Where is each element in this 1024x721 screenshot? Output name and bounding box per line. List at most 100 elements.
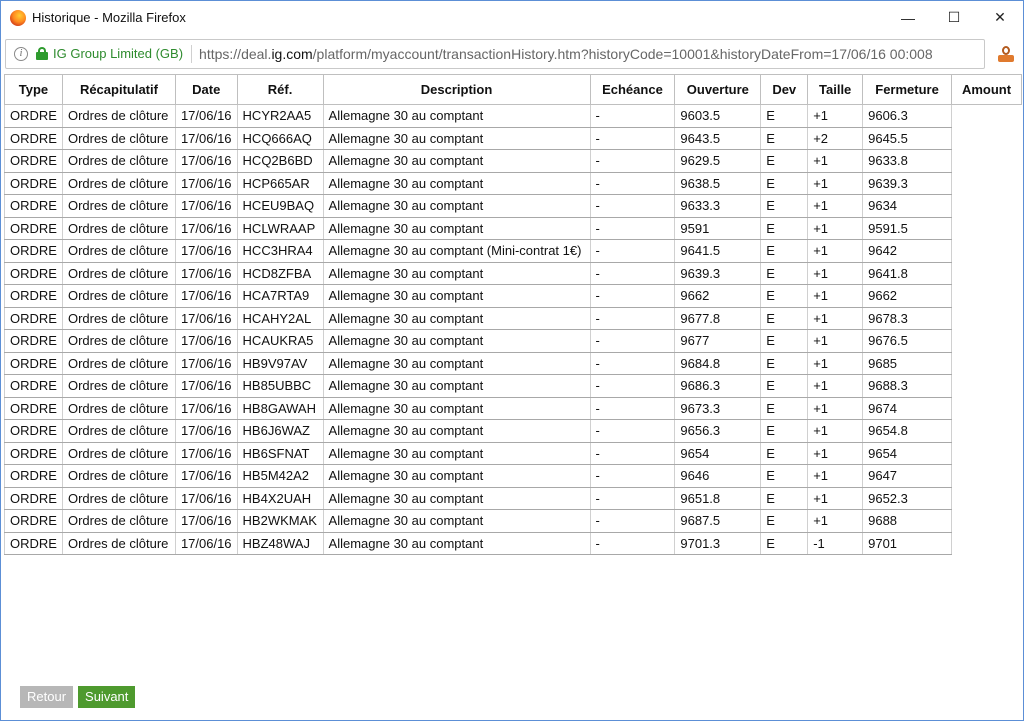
cell-recapitulatif: Ordres de clôture bbox=[61, 306, 176, 330]
cell-type: ORDRE bbox=[4, 531, 63, 555]
cell-ouverture: 9641.5 bbox=[674, 239, 762, 263]
cell-taille: -1 bbox=[807, 531, 864, 555]
table-row: ORDRE Ordres de clôture 17/06/16 HBZ48WAJ Al… bbox=[4, 531, 1022, 555]
cell-dev: E bbox=[760, 171, 809, 195]
cell-ref: HCAUKRA5 bbox=[236, 329, 324, 353]
cell-type: ORDRE bbox=[4, 104, 63, 128]
cell-dev: E bbox=[760, 126, 809, 150]
cell-type: ORDRE bbox=[4, 441, 63, 465]
title-bar: Historique - Mozilla Firefox — ☐ ✕ bbox=[1, 1, 1023, 34]
cell-description: Allemagne 30 au comptant bbox=[322, 509, 591, 533]
cell-recapitulatif: Ordres de clôture bbox=[61, 239, 176, 263]
cell-ref: HB4X2UAH bbox=[236, 486, 324, 510]
cell-description: Allemagne 30 au comptant bbox=[322, 261, 591, 285]
minimize-button[interactable]: — bbox=[885, 1, 931, 34]
cell-ref: HB2WKMAK bbox=[236, 509, 324, 533]
table-row: ORDRE Ordres de clôture 17/06/16 HB5M42A2 Al… bbox=[4, 464, 1022, 488]
cell-date: 17/06/16 bbox=[174, 216, 238, 240]
col-taille: Taille bbox=[807, 74, 864, 105]
cell-ouverture: 9677 bbox=[674, 329, 762, 353]
cell-ref: HB6J6WAZ bbox=[236, 419, 324, 443]
cell-echeance: - bbox=[589, 149, 676, 173]
cell-description: Allemagne 30 au comptant bbox=[322, 194, 591, 218]
cell-type: ORDRE bbox=[4, 509, 63, 533]
navigation-bar: i IG Group Limited (GB) https://deal.ig.… bbox=[5, 38, 1021, 69]
table-row: ORDRE Ordres de clôture 17/06/16 HB85UBBC Al… bbox=[4, 374, 1022, 398]
cell-fermeture: 9688.3 bbox=[862, 374, 952, 398]
cell-type: ORDRE bbox=[4, 126, 63, 150]
cell-type: ORDRE bbox=[4, 261, 63, 285]
cell-dev: E bbox=[760, 419, 809, 443]
back-button[interactable]: Retour bbox=[20, 686, 74, 708]
cell-description: Allemagne 30 au comptant (Mini-contrat 1… bbox=[322, 239, 591, 263]
table-row: ORDRE Ordres de clôture 17/06/16 HCAUKRA5 Al… bbox=[4, 329, 1022, 353]
cell-description: Allemagne 30 au comptant bbox=[322, 171, 591, 195]
table-row: ORDRE Ordres de clôture 17/06/16 HCYR2AA5 Al… bbox=[4, 104, 1022, 128]
info-icon[interactable]: i bbox=[14, 46, 28, 61]
cell-echeance: - bbox=[589, 261, 676, 285]
address-bar[interactable]: i IG Group Limited (GB) https://deal.ig.… bbox=[5, 38, 985, 69]
cell-dev: E bbox=[760, 306, 809, 330]
cell-taille: +1 bbox=[807, 194, 864, 218]
cell-echeance: - bbox=[589, 306, 676, 330]
site-identity[interactable]: IG Group Limited (GB) bbox=[53, 46, 183, 61]
cell-fermeture: 9634 bbox=[862, 194, 952, 218]
cell-fermeture: 9606.3 bbox=[862, 104, 952, 128]
cell-fermeture: 9639.3 bbox=[862, 171, 952, 195]
close-button[interactable]: ✕ bbox=[977, 1, 1023, 34]
cell-recapitulatif: Ordres de clôture bbox=[61, 126, 176, 150]
cell-echeance: - bbox=[589, 239, 676, 263]
cell-ref: HCD8ZFBA bbox=[236, 261, 324, 285]
cell-type: ORDRE bbox=[4, 194, 63, 218]
cell-echeance: - bbox=[589, 486, 676, 510]
cell-ref: HCP665AR bbox=[236, 171, 324, 195]
cell-echeance: - bbox=[589, 284, 676, 308]
table-header-row: Type Récapitulatif Date Réf. Description… bbox=[4, 74, 1022, 105]
cell-taille: +1 bbox=[807, 261, 864, 285]
table-row: ORDRE Ordres de clôture 17/06/16 HB9V97AV Al… bbox=[4, 351, 1022, 375]
addon-icon[interactable] bbox=[997, 45, 1015, 63]
cell-recapitulatif: Ordres de clôture bbox=[61, 171, 176, 195]
url-text[interactable]: https://deal.ig.com/platform/myaccount/t… bbox=[199, 46, 933, 62]
cell-type: ORDRE bbox=[4, 149, 63, 173]
cell-taille: +1 bbox=[807, 329, 864, 353]
cell-type: ORDRE bbox=[4, 239, 63, 263]
cell-type: ORDRE bbox=[4, 374, 63, 398]
cell-dev: E bbox=[760, 531, 809, 555]
cell-echeance: - bbox=[589, 396, 676, 420]
cell-dev: E bbox=[760, 329, 809, 353]
cell-recapitulatif: Ordres de clôture bbox=[61, 509, 176, 533]
cell-date: 17/06/16 bbox=[174, 239, 238, 263]
cell-date: 17/06/16 bbox=[174, 396, 238, 420]
cell-description: Allemagne 30 au comptant bbox=[322, 464, 591, 488]
cell-ref: HCLWRAAP bbox=[236, 216, 324, 240]
cell-taille: +1 bbox=[807, 464, 864, 488]
cell-echeance: - bbox=[589, 509, 676, 533]
cell-recapitulatif: Ordres de clôture bbox=[61, 486, 176, 510]
cell-date: 17/06/16 bbox=[174, 441, 238, 465]
browser-window: Historique - Mozilla Firefox — ☐ ✕ i IG … bbox=[0, 0, 1024, 721]
cell-fermeture: 9685 bbox=[862, 351, 952, 375]
cell-taille: +1 bbox=[807, 284, 864, 308]
cell-dev: E bbox=[760, 104, 809, 128]
cell-taille: +1 bbox=[807, 486, 864, 510]
cell-date: 17/06/16 bbox=[174, 194, 238, 218]
cell-dev: E bbox=[760, 441, 809, 465]
cell-description: Allemagne 30 au comptant bbox=[322, 531, 591, 555]
lock-icon[interactable] bbox=[36, 47, 48, 60]
cell-ref: HB6SFNAT bbox=[236, 441, 324, 465]
maximize-button[interactable]: ☐ bbox=[931, 1, 977, 34]
cell-echeance: - bbox=[589, 374, 676, 398]
cell-type: ORDRE bbox=[4, 284, 63, 308]
cell-dev: E bbox=[760, 464, 809, 488]
next-button[interactable]: Suivant bbox=[78, 686, 136, 708]
cell-fermeture: 9645.5 bbox=[862, 126, 952, 150]
cell-dev: E bbox=[760, 396, 809, 420]
cell-taille: +2 bbox=[807, 126, 864, 150]
cell-description: Allemagne 30 au comptant bbox=[322, 396, 591, 420]
cell-taille: +1 bbox=[807, 374, 864, 398]
transaction-history-table: Type Récapitulatif Date Réf. Description… bbox=[4, 74, 1022, 555]
cell-taille: +1 bbox=[807, 171, 864, 195]
cell-recapitulatif: Ordres de clôture bbox=[61, 374, 176, 398]
table-row: ORDRE Ordres de clôture 17/06/16 HB6J6WAZ Al… bbox=[4, 419, 1022, 443]
